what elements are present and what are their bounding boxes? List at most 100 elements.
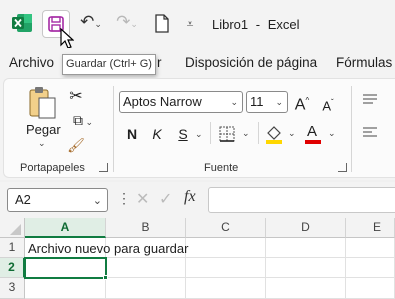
cancel-formula-icon[interactable]: ✕ [136,189,149,209]
column-header-b[interactable]: B [106,218,186,238]
new-document-icon [155,14,169,33]
fill-color-button[interactable]: ⌄ [264,123,298,145]
confirm-formula-icon[interactable]: ✓ [159,189,172,209]
chevron-down-icon: ⌄ [38,138,46,148]
font-divider [210,122,211,144]
cell-e2[interactable] [346,258,395,278]
document-name: Libro1 [212,17,249,32]
row-header-3[interactable]: 3 [0,278,25,299]
save-tooltip: Guardar (Ctrl+ G) [62,54,156,75]
customize-toolbar-button[interactable]: ⩡ [183,14,197,34]
undo-button[interactable]: ↶⌄ [76,12,106,34]
format-painter-icon: 🖌 [67,137,85,153]
chevron-down-icon: ⌄ [94,19,102,29]
row-header-1[interactable]: 1 [0,238,25,258]
paste-button[interactable]: Pegar ⌄ [24,86,61,150]
cell-e3[interactable] [346,278,395,299]
redo-button[interactable]: ↷⌄ [112,12,142,34]
cell-b3[interactable] [106,278,186,299]
cell-c1[interactable] [186,238,266,258]
italic-button[interactable]: K [148,124,166,144]
borders-icon [219,126,235,142]
borders-button[interactable]: ⌄ [218,125,254,143]
cell-a3[interactable] [25,278,106,299]
format-painter-button[interactable]: 🖌 [66,135,86,155]
chevron-down-icon[interactable]: ⌄ [195,129,203,140]
underline-button[interactable]: S [174,124,192,144]
customize-icon: ⩡ [186,17,194,31]
paste-icon [29,87,56,119]
chevron-down-icon: ⌄ [242,128,250,138]
font-size-combo[interactable]: 11 ⌄ [246,91,288,113]
fill-handle[interactable] [103,275,108,280]
formula-input[interactable] [208,187,395,213]
menu-archivo[interactable]: Archivo [9,55,54,70]
chevron-down-icon: ⌄ [82,117,94,127]
cut-button[interactable]: ✂ [66,86,86,106]
select-all-corner[interactable] [0,218,25,238]
font-color-swatch [305,140,321,144]
font-color-letter: A [307,123,318,140]
shrink-font-icon: A [322,98,331,114]
font-group-label: Fuente [204,162,239,174]
redo-icon: ↷ [116,12,131,31]
mouse-cursor-icon [60,27,75,50]
font-color-button[interactable]: A ⌄ [304,123,338,145]
chevron-down-icon: ⌄ [92,195,102,207]
copy-button[interactable]: ⧉ ⌄ [66,110,100,130]
menu-formulas[interactable]: Fórmulas [336,55,392,70]
font-name-combo[interactable]: Aptos Narrow ⌄ [119,91,243,113]
document-title: Libro1 - Excel [212,17,300,32]
new-document-button[interactable] [154,14,170,33]
align-top-button[interactable] [361,92,379,108]
font-size-value: 11 [250,94,264,109]
column-header-a[interactable]: A [25,218,106,238]
title-separator: - [255,17,261,32]
bold-button[interactable]: N [123,124,141,144]
cell-c2[interactable] [186,258,266,278]
align-top-icon [363,94,377,104]
insert-function-icon[interactable]: fx [184,188,196,206]
more-options-icon[interactable]: ⋮ [117,190,131,207]
name-box-value: A2 [15,192,31,207]
column-header-c[interactable]: C [186,218,266,238]
cell-c3[interactable] [186,278,266,299]
cell-a1-text: Archivo nuevo para guardar [28,241,189,256]
fill-bucket-icon [266,126,282,144]
align-left-icon [363,127,377,137]
column-header-d[interactable]: D [266,218,346,238]
excel-logo-icon [12,14,32,32]
grow-font-button[interactable]: A^ [292,91,312,113]
clipboard-group-label: Portapapeles [20,162,85,174]
align-left-button[interactable] [361,125,379,141]
font-name-value: Aptos Narrow [123,94,202,109]
undo-icon: ↶ [80,12,95,31]
chevron-down-icon: ⌄ [275,97,283,107]
group-divider [113,86,114,172]
copy-icon: ⧉ [72,112,83,128]
paste-label: Pegar [26,122,61,137]
group-divider [351,86,352,172]
app-name: Excel [267,17,300,32]
scissors-icon: ✂ [69,88,83,105]
row-header-2[interactable]: 2 [0,258,25,278]
cell-d2[interactable] [266,258,346,278]
menu-partial-item[interactable]: r [157,55,162,70]
font-divider [258,122,259,144]
cell-d3[interactable] [266,278,346,299]
column-header-e[interactable]: E [346,218,395,238]
menu-page-layout[interactable]: Disposición de página [185,55,317,70]
active-cell-a2[interactable] [24,257,107,279]
font-launcher-icon[interactable] [338,163,347,172]
chevron-down-icon: ⌄ [130,19,138,29]
chevron-down-icon: ⌄ [288,128,296,138]
chevron-down-icon: ⌄ [328,128,336,138]
cell-b2[interactable] [106,258,186,278]
shrink-font-button[interactable]: Aˇ [318,93,338,113]
name-box[interactable]: A2 ⌄ [7,188,108,212]
grow-font-icon: A [294,96,306,114]
chevron-down-icon: ⌄ [230,97,238,107]
cell-e1[interactable] [346,238,395,258]
cell-d1[interactable] [266,238,346,258]
clipboard-launcher-icon[interactable] [99,163,108,172]
